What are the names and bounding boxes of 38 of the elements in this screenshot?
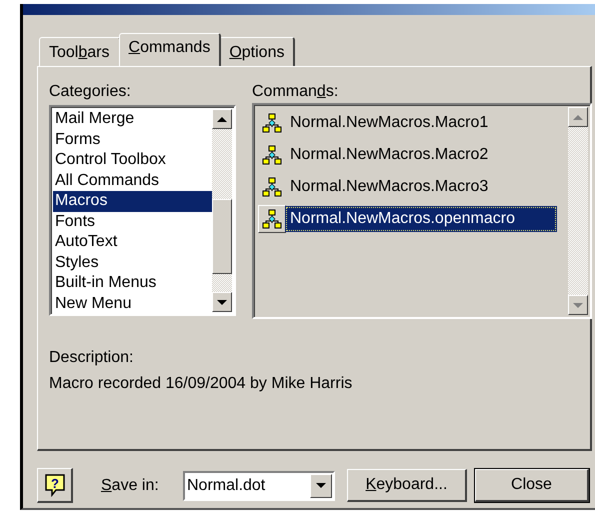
categories-list[interactable]: Mail Merge Forms Control Toolbox All Commands Macros Fonts AutoText Styles Built-in Menus New Menu (49, 105, 236, 316)
macro-icon (262, 209, 282, 229)
category-item[interactable]: Macros (53, 191, 212, 212)
help-button[interactable]: ? (37, 468, 73, 503)
command-item[interactable]: Normal.NewMacros.openmacro (286, 207, 556, 231)
commands-list[interactable]: Normal.NewMacros.Macro1 Normal.NewMacros.Macro2 Normal.NewMacros.Macro3 Normal.NewMacros.openmacro (252, 103, 592, 319)
description-label: Description: (49, 349, 134, 367)
command-item[interactable]: Normal.NewMacros.Macro1 (286, 111, 492, 135)
command-item[interactable]: Normal.NewMacros.Macro3 (286, 175, 492, 199)
scrollbar[interactable] (568, 105, 590, 317)
save-in-label: Save in: (101, 476, 160, 494)
category-item[interactable]: Styles (53, 252, 212, 273)
scroll-down-icon[interactable] (212, 292, 232, 312)
commands-label: Commands: (252, 83, 340, 102)
scroll-up-icon[interactable] (568, 107, 588, 127)
description-text: Macro recorded 16/09/2004 by Mike Harris (49, 375, 354, 393)
help-icon: ? (44, 473, 66, 497)
scroll-up-icon[interactable] (212, 109, 232, 129)
category-item[interactable]: All Commands (53, 170, 212, 191)
category-item[interactable]: Fonts (53, 212, 212, 232)
category-item[interactable]: Mail Merge (53, 109, 212, 130)
macro-icon (262, 113, 282, 133)
tab[interactable]: Commands (118, 33, 222, 66)
macro-icon (262, 177, 282, 197)
command-item[interactable]: Normal.NewMacros.Macro2 (286, 143, 492, 167)
category-item[interactable]: AutoText (53, 232, 212, 252)
macro-icon (262, 145, 282, 165)
category-item[interactable]: Built-in Menus (53, 273, 212, 294)
close-button[interactable]: Close (475, 469, 589, 502)
keyboard-button[interactable]: Keyboard... (347, 469, 467, 502)
category-item[interactable]: New Menu (53, 294, 212, 314)
save-in-dropdown[interactable]: Normal.dot (183, 470, 335, 500)
tab[interactable]: Options (219, 37, 296, 66)
scroll-down-icon[interactable] (568, 295, 588, 315)
category-item[interactable]: Forms (53, 130, 212, 150)
category-item[interactable]: Control Toolbox (53, 150, 212, 170)
scrollbar[interactable] (212, 107, 234, 314)
categories-label: Categories: (49, 83, 132, 102)
